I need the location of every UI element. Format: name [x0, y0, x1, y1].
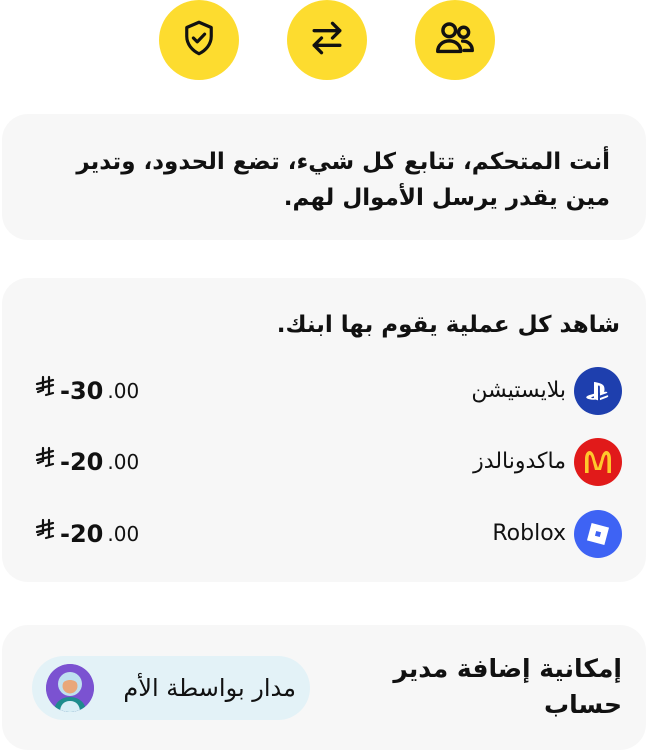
- transaction-row[interactable]: Roblox -20.00: [2, 510, 646, 558]
- amount-decimal: .00: [107, 522, 140, 546]
- users-feature-button[interactable]: [415, 0, 495, 80]
- managed-by-label: مدار بواسطة الأم: [123, 674, 296, 702]
- amount-value: -20: [60, 520, 104, 548]
- riyal-icon: [34, 510, 56, 558]
- amount-decimal: .00: [107, 450, 140, 474]
- shield-check-icon: [178, 17, 220, 63]
- amount-value: -20: [60, 448, 104, 476]
- transfer-feature-button[interactable]: [287, 0, 367, 80]
- transaction-amount: -20.00: [34, 510, 139, 558]
- account-manager-card: إمكانية إضافة مدير حساب مدار بواسطة الأم: [2, 625, 646, 750]
- account-manager-title: إمكانية إضافة مدير حساب: [393, 654, 622, 719]
- merchant-name: Roblox: [492, 521, 566, 546]
- playstation-logo: [574, 367, 622, 415]
- transfer-arrows-icon: [305, 16, 349, 64]
- transaction-row[interactable]: ماكدونالدز -20.00: [2, 438, 646, 486]
- mcdonalds-logo: [574, 438, 622, 486]
- transaction-row[interactable]: بلايستيشن -30.00: [2, 367, 646, 415]
- avatar: [46, 664, 94, 712]
- amount-value: -30: [60, 377, 104, 405]
- merchant-name: ماكدونالدز: [473, 449, 566, 474]
- security-feature-button[interactable]: [159, 0, 239, 80]
- control-info-card: أنت المتحكم، تتابع كل شيء، تضع الحدود، و…: [2, 114, 646, 240]
- amount-decimal: .00: [107, 379, 140, 403]
- roblox-logo: [574, 510, 622, 558]
- transaction-amount: -20.00: [34, 438, 139, 486]
- merchant-name: بلايستيشن: [471, 378, 566, 403]
- managed-by-mother-badge[interactable]: مدار بواسطة الأم: [32, 656, 310, 720]
- control-description: أنت المتحكم، تتابع كل شيء، تضع الحدود، و…: [76, 149, 610, 211]
- riyal-icon: [34, 367, 56, 415]
- riyal-icon: [34, 438, 56, 486]
- transactions-title: شاهد كل عملية يقوم بها ابنك.: [276, 312, 620, 338]
- transactions-card: شاهد كل عملية يقوم بها ابنك. بلايستيشن -…: [2, 278, 646, 582]
- transaction-amount: -30.00: [34, 367, 139, 415]
- feature-icons-row: [0, 0, 654, 110]
- users-icon: [432, 15, 478, 65]
